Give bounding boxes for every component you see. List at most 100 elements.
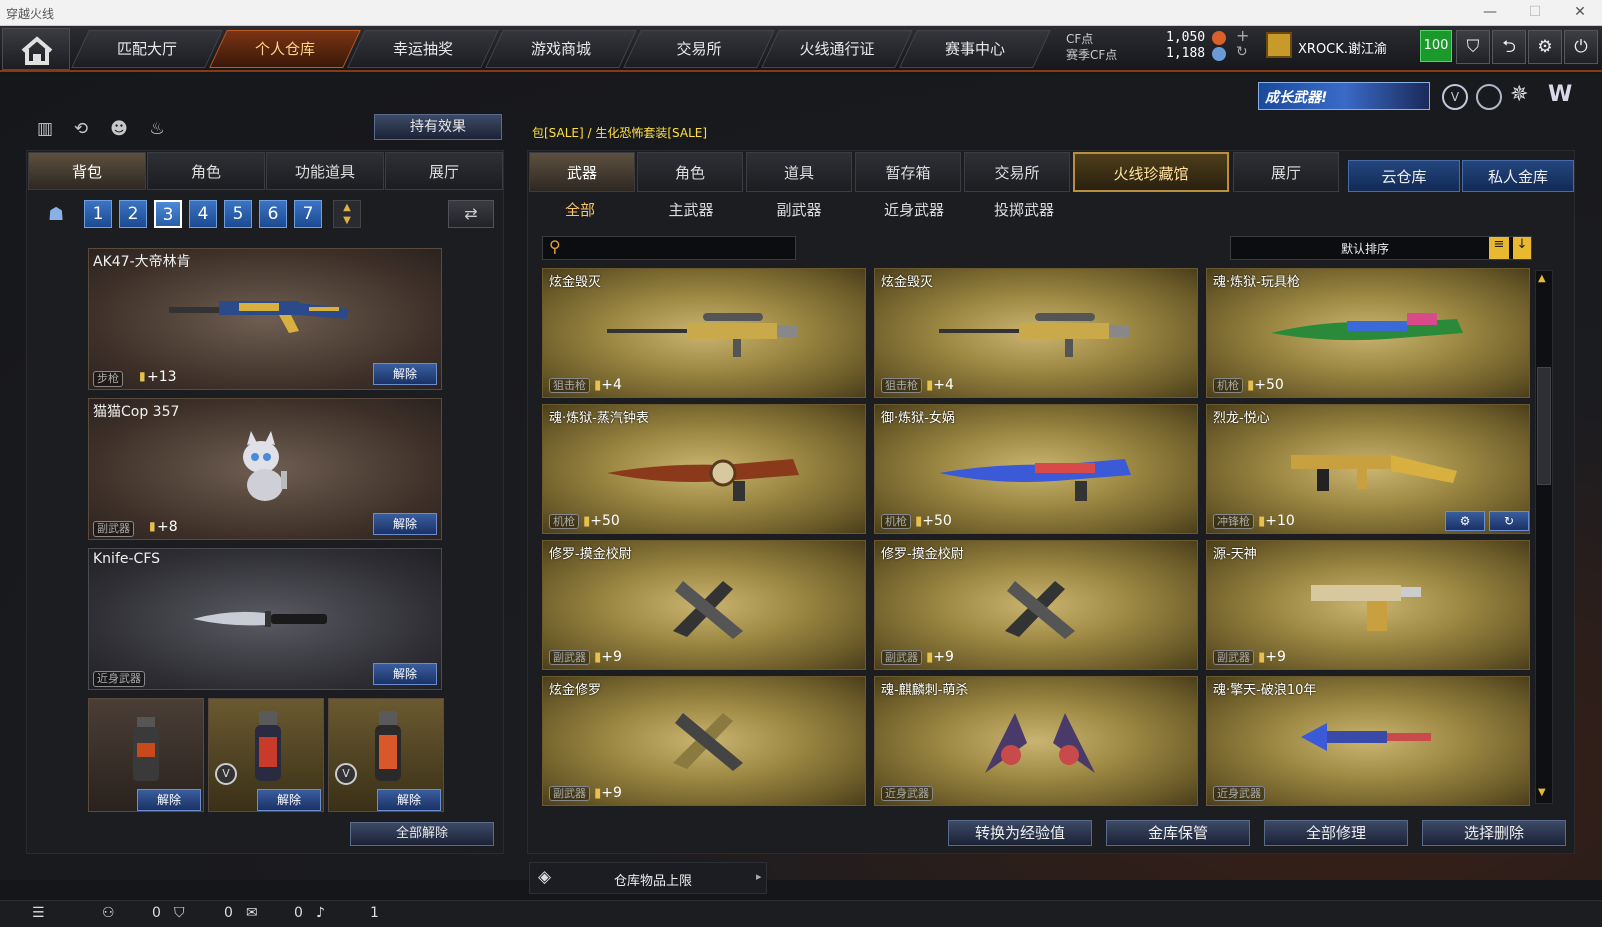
convert-exp-button[interactable]: 转换为经验值	[948, 820, 1092, 846]
unequip-button[interactable]: 解除	[373, 513, 437, 535]
username[interactable]: XROCK.谢江渝	[1298, 38, 1387, 57]
grenade-slot-1[interactable]: 解除	[88, 698, 204, 812]
subtab-all[interactable]: 全部	[550, 196, 610, 224]
equip-slot-primary[interactable]: AK47-大帝林肯 步枪 ▮ +13 解除	[88, 248, 442, 390]
stats-icon[interactable]: ▥	[32, 116, 58, 142]
tab-showroom[interactable]: 展厅	[385, 152, 503, 190]
subtab-throwing[interactable]: 投掷武器	[984, 196, 1064, 224]
scroll-thumb[interactable]	[1537, 367, 1551, 485]
page-button-2[interactable]: 2	[119, 200, 147, 228]
item-card[interactable]: 源-天神 副武器 ▮+9	[1206, 540, 1530, 670]
tab-weapons[interactable]: 武器	[529, 152, 635, 192]
tab-collection[interactable]: 火线珍藏馆	[1073, 152, 1229, 192]
item-grid-scrollbar[interactable]: ▲ ▼	[1535, 270, 1553, 804]
menu-list-icon[interactable]: ☰	[32, 905, 45, 921]
tab-props[interactable]: 道具	[746, 152, 852, 192]
tab-characters[interactable]: 角色	[637, 152, 743, 192]
w-logo-icon[interactable]: W	[1548, 82, 1572, 107]
history-icon[interactable]: ⟲	[68, 116, 94, 142]
growth-weapon-banner[interactable]: 成长武器!	[1258, 82, 1430, 110]
item-card[interactable]: 魂-麒麟刺-萌杀 近身武器	[874, 676, 1198, 806]
tab-cloud-storage[interactable]: 云仓库	[1348, 160, 1460, 192]
close-button[interactable]: ✕	[1560, 0, 1600, 26]
nav-tab-lottery[interactable]: 幸运抽奖	[356, 30, 490, 68]
tab-temp-box[interactable]: 暂存箱	[855, 152, 961, 192]
binoculars-icon[interactable]: ⚇	[102, 905, 115, 921]
vip-icon[interactable]: V	[1442, 84, 1468, 110]
equip-slot-melee[interactable]: Knife-CFS 近身武器 解除	[88, 548, 442, 690]
search-input[interactable]: ⚲	[542, 236, 796, 260]
gear-icon[interactable]: ⚙	[1528, 30, 1562, 64]
grenade-slot-3[interactable]: V 解除	[328, 698, 444, 812]
list-view-icon[interactable]: ≡	[1489, 237, 1509, 259]
expand-arrow-icon[interactable]: ▸	[756, 870, 762, 883]
character-icon[interactable]: ☻	[106, 116, 132, 142]
unequip-button[interactable]: 解除	[377, 789, 441, 811]
refresh-icon[interactable]: ↻	[1236, 44, 1248, 60]
equip-slot-secondary[interactable]: 猫猫Cop 357 副武器 ▮ +8 解除	[88, 398, 442, 540]
capacity-bar[interactable]: ◈ 仓库物品上限 ▸	[529, 862, 767, 894]
nav-tab-inventory[interactable]: 个人仓库	[218, 30, 352, 68]
nav-tab-exchange[interactable]: 交易所	[632, 30, 766, 68]
unequip-button[interactable]: 解除	[373, 663, 437, 685]
effects-button[interactable]: 持有效果	[374, 114, 502, 140]
page-stepper[interactable]: ▲ ▼	[333, 200, 361, 228]
sort-select[interactable]: 默认排序 ↓ ≡	[1230, 236, 1532, 260]
minimize-button[interactable]: —	[1470, 0, 1510, 26]
upgrade-icon[interactable]: ⚙	[1445, 511, 1485, 531]
item-card[interactable]: 炫金毁灭 狙击枪 ▮+4	[542, 268, 866, 398]
page-button-5[interactable]: 5	[224, 200, 252, 228]
chat-icon[interactable]: ✉	[246, 905, 258, 921]
maximize-button[interactable]: ☐	[1515, 0, 1555, 26]
unequip-button[interactable]: 解除	[137, 789, 201, 811]
item-card[interactable]: 炫金修罗 副武器 ▮+9	[542, 676, 866, 806]
subtab-melee[interactable]: 近身武器	[874, 196, 954, 224]
grenade-slot-2[interactable]: V 解除	[208, 698, 324, 812]
bag-icon[interactable]: ♨	[144, 116, 170, 142]
unequip-all-button[interactable]: 全部解除	[350, 822, 494, 846]
tab-showroom-right[interactable]: 展厅	[1233, 152, 1339, 192]
nav-tab-lobby[interactable]: 匹配大厅	[80, 30, 214, 68]
item-card[interactable]: 魂·炼狱-蒸汽钟表 机枪 ▮+50	[542, 404, 866, 534]
item-card[interactable]: 御·炼狱-女娲 机枪 ▮+50	[874, 404, 1198, 534]
vault-storage-button[interactable]: 金库保管	[1106, 820, 1250, 846]
item-card[interactable]: 烈龙-悦心 冲锋枪 ▮+10 ⚙ ↻	[1206, 404, 1530, 534]
nav-tab-events[interactable]: 赛事中心	[908, 30, 1042, 68]
home-button[interactable]	[2, 28, 70, 70]
repair-all-button[interactable]: 全部修理	[1264, 820, 1408, 846]
page-button-3[interactable]: 3	[154, 200, 182, 228]
nav-tab-shop[interactable]: 游戏商城	[494, 30, 628, 68]
item-card[interactable]: 修罗-摸金校尉 副武器 ▮+9	[542, 540, 866, 670]
scroll-down-icon[interactable]: ▼	[1538, 787, 1546, 798]
star-badge-icon[interactable]: ✵	[1510, 82, 1528, 107]
unequip-button[interactable]: 解除	[373, 363, 437, 385]
unequip-button[interactable]: 解除	[257, 789, 321, 811]
tab-backpack[interactable]: 背包	[28, 152, 146, 190]
add-cf-icon[interactable]: +	[1236, 26, 1249, 45]
item-card[interactable]: 魂·炼狱-玩具枪 机枪 ▮+50	[1206, 268, 1530, 398]
subtab-primary[interactable]: 主武器	[656, 196, 726, 224]
item-card[interactable]: 炫金毁灭 狙击枪 ▮+4	[874, 268, 1198, 398]
speaker-icon[interactable]: ♪	[316, 905, 325, 921]
shield-status-icon[interactable]: ⛉	[174, 905, 185, 921]
shield-icon[interactable]: ⛉	[1456, 30, 1490, 64]
power-icon[interactable]: ⏻	[1564, 30, 1598, 64]
convert-icon[interactable]: ↻	[1489, 511, 1529, 531]
scroll-up-icon[interactable]: ▲	[1538, 273, 1546, 284]
globe-icon[interactable]	[1476, 84, 1502, 110]
page-button-7[interactable]: 7	[294, 200, 322, 228]
subtab-secondary[interactable]: 副武器	[764, 196, 834, 224]
swap-icon[interactable]: ⇄	[448, 200, 494, 228]
tab-character[interactable]: 角色	[147, 152, 265, 190]
tab-private-vault[interactable]: 私人金库	[1462, 160, 1574, 192]
tab-items[interactable]: 功能道具	[266, 152, 384, 190]
nav-tab-pass[interactable]: 火线通行证	[770, 30, 904, 68]
sort-direction-icon[interactable]: ↓	[1513, 237, 1531, 259]
item-card[interactable]: 魂·擎天-破浪10年 近身武器	[1206, 676, 1530, 806]
return-icon[interactable]: ⮌	[1492, 30, 1526, 64]
page-button-4[interactable]: 4	[189, 200, 217, 228]
page-button-6[interactable]: 6	[259, 200, 287, 228]
item-card[interactable]: 修罗-摸金校尉 副武器 ▮+9	[874, 540, 1198, 670]
page-button-1[interactable]: 1	[84, 200, 112, 228]
tab-exchange[interactable]: 交易所	[964, 152, 1070, 192]
